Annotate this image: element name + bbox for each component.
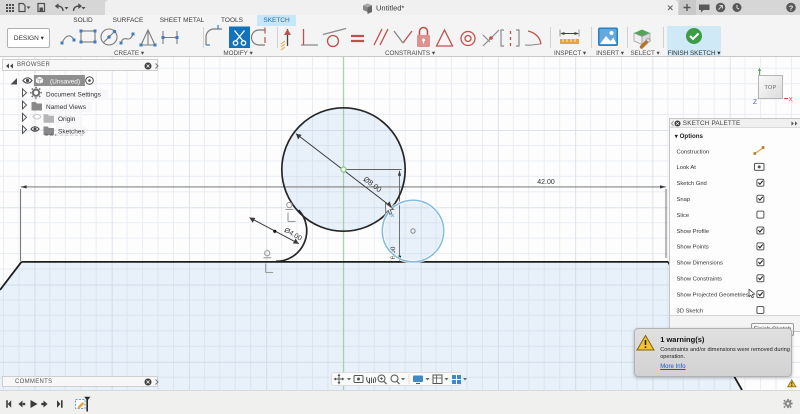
svg-text:Show Points: Show Points xyxy=(676,244,708,250)
svg-text:Named Views: Named Views xyxy=(46,104,87,111)
svg-text:Slice: Slice xyxy=(676,212,689,218)
svg-text:Show Projected Geometries: Show Projected Geometries xyxy=(676,292,748,298)
svg-text:Look At: Look At xyxy=(676,165,696,171)
svg-text:Show Constraints: Show Constraints xyxy=(676,276,722,282)
svg-text:Origin: Origin xyxy=(58,116,76,123)
svg-text:(Unsaved): (Unsaved) xyxy=(50,79,80,86)
svg-text:Sketch Grid: Sketch Grid xyxy=(676,181,706,187)
svg-text:Sketches: Sketches xyxy=(58,129,85,136)
svg-text:X: X xyxy=(789,97,794,104)
svg-text:3D Sketch: 3D Sketch xyxy=(676,308,703,314)
svg-text:Construction: Construction xyxy=(676,149,709,155)
svg-text:42.00: 42.00 xyxy=(537,179,555,186)
svg-text:Snap: Snap xyxy=(676,197,690,203)
svg-text:Show Profile: Show Profile xyxy=(676,228,709,234)
svg-text:Document Settings: Document Settings xyxy=(46,92,102,99)
svg-text:Z: Z xyxy=(753,99,757,106)
svg-text:Show Dimensions: Show Dimensions xyxy=(676,260,722,266)
